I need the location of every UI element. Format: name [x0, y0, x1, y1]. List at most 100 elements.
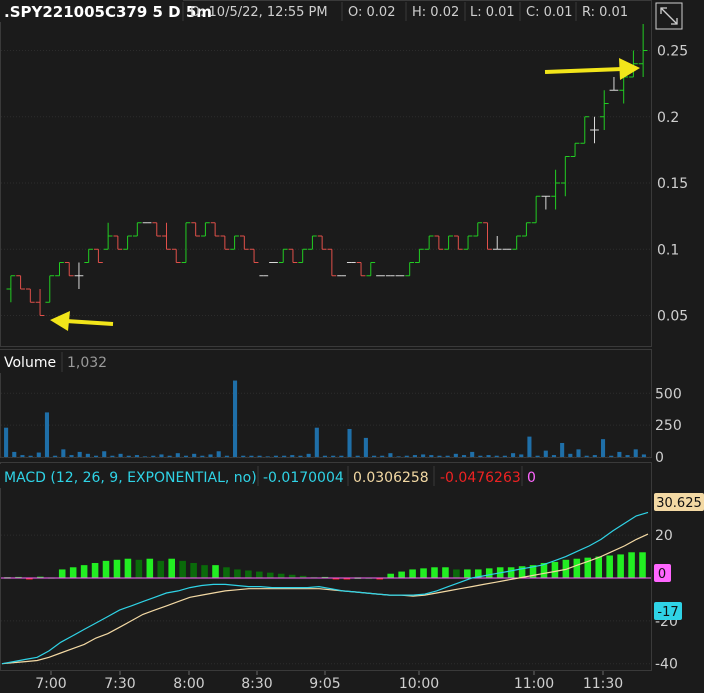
volume-value: 1,032	[67, 355, 107, 371]
volume-bar	[167, 455, 172, 457]
volume-bar	[355, 455, 360, 457]
volume-bar	[126, 455, 131, 457]
macd-histogram-bar	[551, 561, 559, 578]
volume-bar	[502, 455, 507, 457]
volume-bar	[527, 436, 532, 457]
macd-histogram-bar	[91, 563, 99, 578]
macd-histogram-bar	[168, 558, 175, 578]
volume-tick-label: 500	[655, 386, 682, 402]
macd-histogram-bar	[431, 567, 438, 578]
volume-bar	[175, 453, 180, 457]
svg-text:-17: -17	[657, 605, 678, 620]
volume-bar	[511, 453, 516, 457]
volume-bar	[339, 455, 344, 457]
volume-bar	[617, 451, 622, 457]
volume-bar	[314, 427, 319, 457]
macd-label: MACD (12, 26, 9, EXPONENTIAL, no)	[4, 470, 257, 486]
macd-histogram-bar	[628, 552, 635, 578]
macd-histogram-bar	[398, 571, 405, 578]
volume-bar	[192, 453, 197, 457]
macd-histogram-bar	[245, 570, 252, 578]
macd-tick-label: 20	[655, 528, 673, 544]
price-panel: 0.05 0.1 0.15 0.2 0.25	[0, 0, 704, 347]
macd-histogram-bar	[409, 569, 416, 578]
macd-histogram-bar	[453, 569, 460, 578]
volume-bar	[216, 451, 221, 457]
macd-y-axis: -40-2020	[655, 528, 678, 673]
volume-bar	[429, 455, 434, 457]
high-label: H: 0.02	[412, 5, 459, 20]
volume-bar	[388, 453, 393, 457]
macd-histogram-bar	[69, 567, 77, 578]
volume-bar	[224, 455, 229, 457]
macd-histogram	[4, 552, 646, 580]
macd-histogram-bar	[256, 571, 263, 578]
volume-bar	[36, 452, 41, 457]
macd-value: -0.0170004	[263, 470, 344, 486]
macd-top-badge: 30.625	[654, 493, 704, 511]
macd-histogram-bar	[223, 567, 230, 578]
macd-histogram-bar	[573, 558, 581, 578]
volume-bar	[576, 449, 581, 457]
volume-bar	[568, 453, 573, 457]
range-label: R: 0.01	[582, 5, 628, 20]
volume-bar	[257, 455, 262, 457]
time-tick-label: 11:30	[583, 676, 623, 692]
macd-tick-label: -40	[655, 657, 678, 673]
macd-panel: -40-2020 MACD (12, 26, 9, EXPONENTIAL, n…	[0, 462, 704, 673]
volume-bar	[77, 451, 82, 457]
time-tick-label: 8:30	[241, 676, 272, 692]
volume-bar	[363, 437, 368, 457]
volume-bar	[53, 455, 58, 457]
volume-bar	[208, 454, 213, 457]
macd-histogram-bar	[639, 552, 646, 578]
volume-bar	[641, 454, 646, 457]
volume-bar	[20, 455, 25, 457]
volume-bar	[625, 455, 630, 457]
macd-histogram-bar	[58, 569, 66, 578]
low-label: L: 0.01	[470, 5, 515, 20]
macd-histogram-bar	[266, 572, 274, 578]
volume-bar	[478, 455, 483, 457]
volume-bar	[461, 455, 467, 457]
volume-bar	[273, 455, 278, 457]
macd-histogram-bar	[201, 565, 208, 578]
volume-bar	[404, 455, 409, 457]
volume-bar	[306, 453, 311, 457]
macd-bottom-badge: -17	[654, 602, 682, 620]
volume-bar	[298, 455, 303, 457]
volume-bar	[560, 442, 565, 457]
volume-bar	[282, 455, 287, 457]
volume-bar	[110, 455, 115, 457]
macd-histogram-bar	[464, 569, 471, 578]
volume-bar	[445, 455, 450, 457]
macd-histogram-bar	[420, 568, 427, 578]
volume-bar	[396, 456, 401, 457]
volume-bar	[4, 427, 9, 457]
svg-text:0: 0	[658, 567, 666, 582]
volume-bar	[183, 455, 189, 457]
macd-histogram-bar	[507, 567, 515, 578]
volume-bar	[143, 456, 148, 457]
time-x-axis: 7:00 7:30 8:00 8:30 9:05 10:00 11:00 11:30	[35, 671, 623, 692]
volume-bar	[28, 455, 33, 457]
volume-bar	[592, 455, 597, 457]
volume-bar	[412, 455, 417, 457]
macd-histogram-bar	[617, 554, 624, 578]
volume-bar	[118, 453, 123, 457]
price-tick-label: 0.05	[657, 309, 688, 325]
macd-histogram-bar	[234, 569, 241, 578]
volume-bar	[241, 455, 246, 457]
volume-bar	[159, 454, 164, 457]
volume-bar	[551, 455, 557, 457]
macd-histogram-bar	[124, 558, 132, 578]
volume-bar	[200, 455, 205, 457]
volume-bar	[12, 451, 17, 457]
svg-text:30.625: 30.625	[656, 496, 702, 511]
volume-bar	[44, 412, 50, 457]
volume-bar	[61, 449, 66, 457]
volume-panel: 0 250 500 Volume 1,032	[0, 349, 682, 466]
macd-histogram-bar	[387, 573, 394, 578]
macd-histogram-bar	[212, 565, 219, 578]
volume-bar	[543, 450, 548, 457]
